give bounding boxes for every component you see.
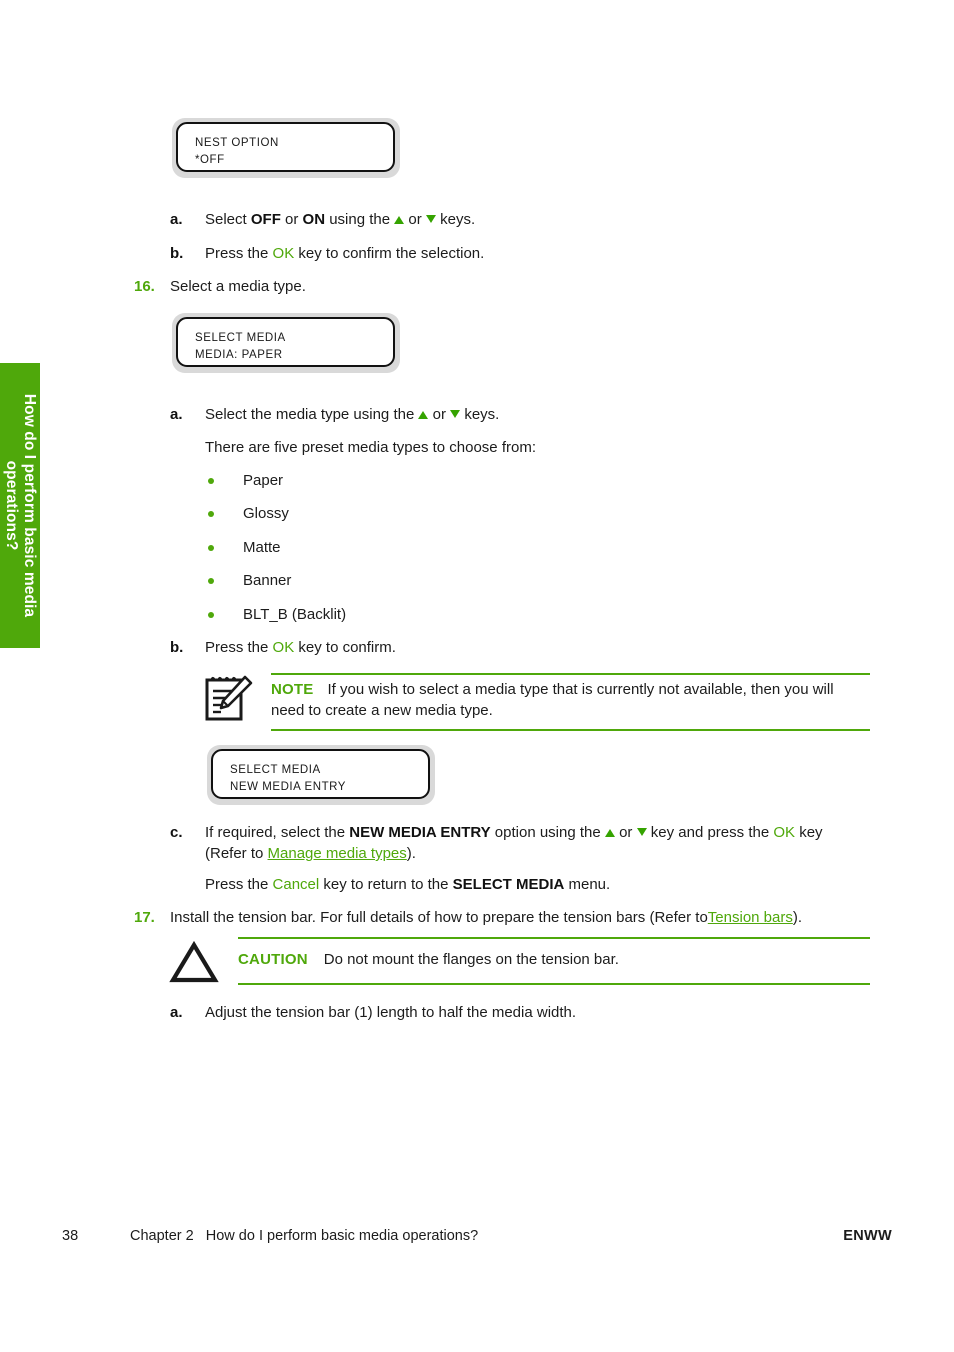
lcd-new-media-line2: NEW MEDIA ENTRY <box>230 780 347 793</box>
caution-label: CAUTION <box>238 951 308 968</box>
footer-chapter-title: Chapter 2 How do I perform basic media o… <box>130 1228 479 1244</box>
nest-a-off: OFF <box>250 211 281 228</box>
media-types-intro: There are five preset media types to cho… <box>205 439 536 456</box>
step-marker-17: 17. <box>134 909 155 926</box>
media-type-item: Banner <box>243 572 292 589</box>
lcd-nest-option-line2: *OFF <box>195 153 225 166</box>
link-tension-bars[interactable]: Tension bars <box>708 909 793 926</box>
caution-bottom-rule <box>238 983 870 985</box>
note-bottom-rule <box>271 729 870 731</box>
media-c-ok-key: OK <box>773 824 796 841</box>
note-top-rule <box>271 673 870 675</box>
step-marker-media-b: b. <box>170 639 184 656</box>
step-marker-media-a: a. <box>170 406 183 423</box>
arrow-down-icon <box>425 215 436 223</box>
arrow-down-icon <box>450 410 461 418</box>
step17-t2: ). <box>792 909 803 926</box>
step-text-media-a: Select the media type using the or keys. <box>205 404 905 425</box>
media-a-t2: or <box>428 406 451 423</box>
lcd-select-media-line1: SELECT MEDIA <box>195 332 286 344</box>
media-c-t1: If required, select the <box>205 824 350 841</box>
media-c-t4: key and press the <box>646 824 774 841</box>
warning-triangle-icon <box>168 940 220 984</box>
bullet-icon <box>208 545 214 551</box>
lcd-display-new-media-entry: SELECT MEDIA NEW MEDIA ENTRY <box>207 745 435 805</box>
arrow-up-icon <box>418 411 429 419</box>
step-text-nest-a: Select OFF or ON using the or keys. <box>205 209 905 230</box>
nest-b-t1: Press the <box>205 245 273 262</box>
note-body: NOTE If you wish to select a media type t… <box>271 679 876 700</box>
note-line2: need to create a new media type. <box>271 702 493 719</box>
lcd-select-media-line2: MEDIA: PAPER <box>195 348 283 361</box>
step-text-media-c: If required, select the NEW MEDIA ENTRY … <box>205 822 900 864</box>
media-c-t2: option using the <box>490 824 605 841</box>
arrow-up-icon <box>604 829 615 837</box>
bullet-icon <box>208 511 214 517</box>
caution-text: Do not mount the flanges on the tension … <box>323 951 619 968</box>
nest-a-t3: using the <box>325 211 395 228</box>
media-c-t7: ). <box>406 845 416 862</box>
media-type-item: BLT_B (Backlit) <box>243 606 347 623</box>
page-footer: 38 Chapter 2 How do I perform basic medi… <box>0 1228 954 1252</box>
nest-a-t2: or <box>280 211 303 228</box>
nest-a-t4: or <box>404 211 426 228</box>
cancel-t3: menu. <box>564 876 611 893</box>
media-c-t3: or <box>614 824 637 841</box>
step-text-tension-a: Adjust the tension bar (1) length to hal… <box>205 1004 577 1021</box>
bullet-icon <box>208 578 214 584</box>
media-b-t2: key to confirm. <box>294 639 396 656</box>
notepad-pencil-icon <box>201 673 255 723</box>
media-type-item: Glossy <box>243 505 289 522</box>
caution-top-rule <box>238 937 870 939</box>
lcd-display-select-media-paper: SELECT MEDIA MEDIA: PAPER <box>172 313 400 373</box>
step-marker-tension-a: a. <box>170 1004 183 1021</box>
bullet-icon <box>208 478 214 484</box>
media-a-t1: Select the media type using the <box>205 406 419 423</box>
footer-publication: ENWW <box>843 1228 892 1244</box>
lcd-display-nest-option: NEST OPTION *OFF <box>172 118 400 178</box>
step-text-nest-b: Press the OK key to confirm the selectio… <box>205 243 905 264</box>
media-type-item: Paper <box>243 472 284 489</box>
arrow-down-icon <box>636 828 647 836</box>
nest-b-t2: key to confirm the selection. <box>294 245 485 262</box>
cancel-t1: Press the <box>205 876 273 893</box>
step-marker-nest-b: b. <box>170 245 184 262</box>
lcd-nest-option-line1: NEST OPTION <box>195 137 279 149</box>
step-text-media-cancel: Press the Cancel key to return to the SE… <box>205 874 900 895</box>
cancel-t2: key to return to the <box>319 876 453 893</box>
page-content: NEST OPTION *OFF a. Select OFF or ON usi… <box>0 0 954 1352</box>
media-b-t1: Press the <box>205 639 273 656</box>
step-marker-16: 16. <box>134 278 155 295</box>
nest-b-ok-key: OK <box>272 245 295 262</box>
link-manage-media-types[interactable]: Manage media types <box>268 845 407 862</box>
media-c-new-media-entry: NEW MEDIA ENTRY <box>349 824 491 841</box>
footer-page-number: 38 <box>62 1228 79 1244</box>
step-text-17: Install the tension bar. For full detail… <box>170 907 910 928</box>
step-text-media-b: Press the OK key to confirm. <box>205 637 905 658</box>
cancel-key: Cancel <box>272 876 320 893</box>
media-a-t3: keys. <box>460 406 500 423</box>
cancel-select-media: SELECT MEDIA <box>452 876 565 893</box>
arrow-up-icon <box>394 216 405 224</box>
media-c-t6: (Refer to <box>205 845 268 862</box>
nest-a-t1: Select <box>205 211 251 228</box>
step-text-16: Select a media type. <box>170 278 306 295</box>
note-label: NOTE <box>271 681 314 698</box>
nest-a-on: ON <box>302 211 326 228</box>
lcd-new-media-line1: SELECT MEDIA <box>230 764 321 776</box>
note-line1: If you wish to select a media type that … <box>327 681 834 698</box>
nest-a-t5: keys. <box>435 211 476 228</box>
caution-body: CAUTION Do not mount the flanges on the t… <box>238 949 870 970</box>
step-marker-nest-a: a. <box>170 211 183 228</box>
media-c-t5: key <box>795 824 823 841</box>
media-b-ok-key: OK <box>272 639 295 656</box>
step-marker-media-c: c. <box>170 824 183 841</box>
bullet-icon <box>208 612 214 618</box>
media-type-item: Matte <box>243 539 281 556</box>
step17-t1: Install the tension bar. For full detail… <box>170 909 708 926</box>
